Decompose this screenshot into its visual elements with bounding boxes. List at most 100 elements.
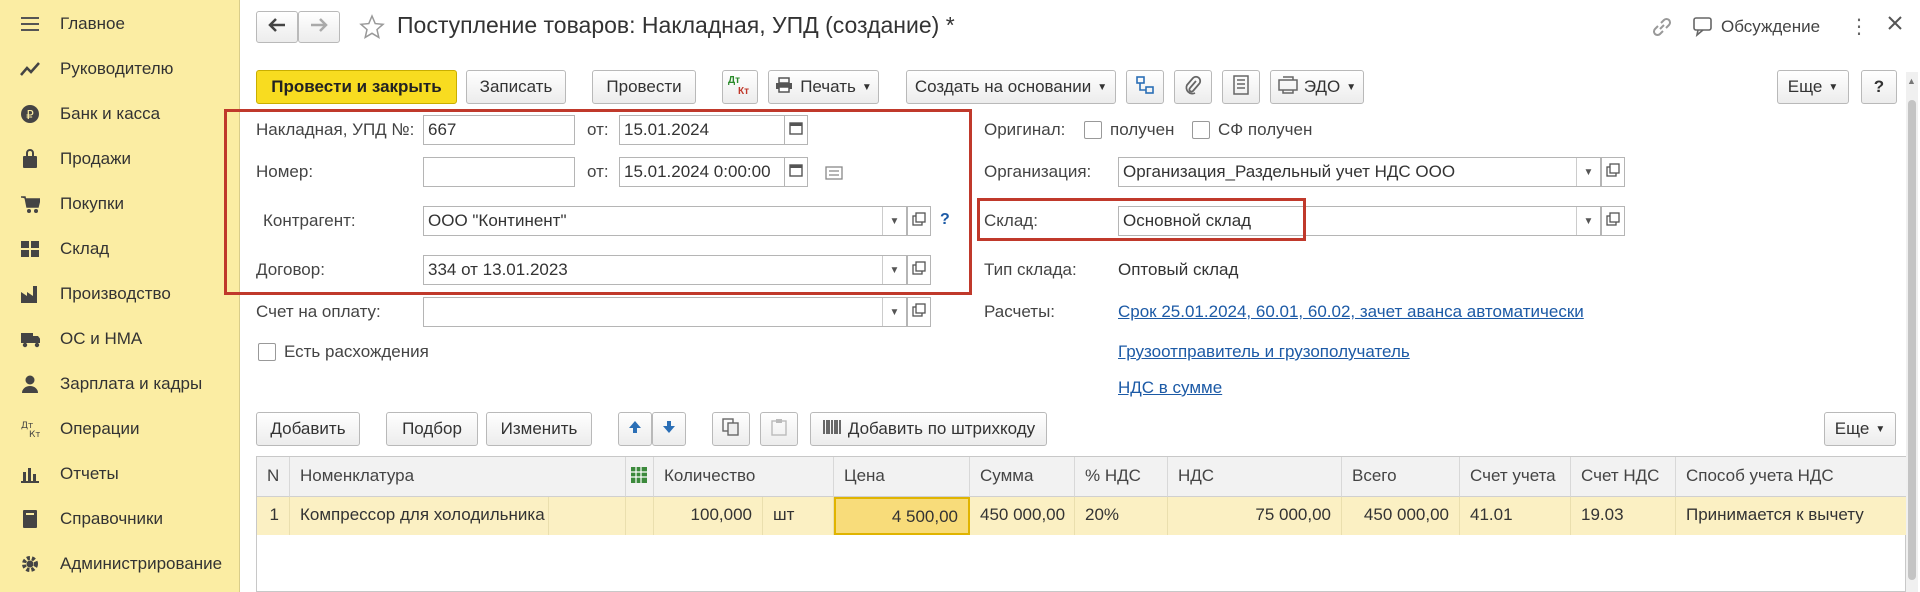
discrepancy-checkbox[interactable]: [258, 343, 276, 361]
discrepancy-label: Есть расхождения: [284, 342, 429, 361]
sidebar-item-sales[interactable]: Продажи: [0, 139, 240, 179]
debit-credit-button[interactable]: Дт Кт: [722, 70, 758, 104]
scroll-up-icon[interactable]: ▲: [1907, 76, 1916, 86]
cell-n[interactable]: 1: [257, 497, 290, 535]
sidebar-item-label: Банк и касса: [60, 104, 161, 123]
sidebar-item-production[interactable]: Производство: [0, 274, 240, 314]
book-icon: [20, 509, 40, 529]
scrollbar-thumb[interactable]: [1908, 100, 1916, 580]
create-based-on-button[interactable]: Создать на основании ▼: [906, 70, 1116, 104]
paste-button[interactable]: [760, 412, 798, 446]
help-button[interactable]: ?: [1861, 70, 1897, 104]
cell-sum[interactable]: 450 000,00: [970, 497, 1075, 535]
column-header-icon[interactable]: [626, 457, 654, 497]
chart-line-icon: [20, 59, 40, 79]
edo-icon: [1278, 75, 1298, 99]
cell-vat[interactable]: 75 000,00: [1168, 497, 1342, 535]
sidebar-item-main[interactable]: Главное: [0, 4, 240, 44]
more-vertical-icon[interactable]: ⋮: [1849, 14, 1869, 39]
cell-price[interactable]: 4 500,00: [834, 497, 970, 535]
cell-nomenclature-extra[interactable]: [549, 497, 626, 535]
cell-icon[interactable]: [626, 497, 654, 535]
table-grid-icon: [630, 467, 648, 488]
chevron-down-icon[interactable]: ▼: [882, 298, 906, 326]
settlements-link[interactable]: Срок 25.01.2024, 60.01, 60.02, зачет ава…: [1118, 302, 1584, 322]
favorite-star-icon[interactable]: [359, 14, 385, 45]
column-header-total[interactable]: Всего: [1342, 457, 1460, 497]
cell-total[interactable]: 450 000,00: [1342, 497, 1460, 535]
add-row-button[interactable]: Добавить: [256, 412, 360, 446]
sidebar-item-operations[interactable]: Дт Кт Операции: [0, 409, 240, 449]
column-header-account[interactable]: Счет учета: [1460, 457, 1571, 497]
open-warehouse-button[interactable]: [1601, 206, 1625, 236]
pick-button[interactable]: Подбор: [386, 412, 478, 446]
cell-quantity[interactable]: 100,000: [654, 497, 763, 535]
page-title: Поступление товаров: Накладная, УПД (соз…: [397, 12, 955, 38]
column-header-quantity[interactable]: Количество: [654, 457, 834, 497]
sidebar-item-assets[interactable]: ОС и НМА: [0, 319, 240, 359]
organization-input[interactable]: Организация_Раздельный учет НДС ООО ▼: [1118, 157, 1601, 187]
column-header-nomenclature[interactable]: Номенклатура: [290, 457, 626, 497]
post-button[interactable]: Провести: [592, 70, 696, 104]
chevron-down-icon[interactable]: ▼: [1576, 158, 1600, 186]
warehouse-type-label: Тип склада:: [984, 260, 1077, 279]
add-by-barcode-button[interactable]: Добавить по штрихкоду: [810, 412, 1047, 446]
change-button[interactable]: Изменить: [486, 412, 592, 446]
cell-account[interactable]: 41.01: [1460, 497, 1571, 535]
sidebar-item-warehouse[interactable]: Склад: [0, 229, 240, 269]
back-button[interactable]: [256, 11, 298, 43]
print-button[interactable]: Печать ▼: [768, 70, 879, 104]
move-down-button[interactable]: [652, 412, 686, 446]
sf-received-checkbox[interactable]: [1192, 121, 1210, 139]
shipper-consignee-link[interactable]: Грузоотправитель и грузополучатель: [1118, 342, 1410, 362]
save-button[interactable]: Записать: [466, 70, 566, 104]
column-header-vat[interactable]: НДС: [1168, 457, 1342, 497]
copy-button[interactable]: [712, 412, 750, 446]
sidebar-item-admin[interactable]: Администрирование: [0, 544, 240, 584]
sidebar-item-references[interactable]: Справочники: [0, 499, 240, 539]
vertical-scrollbar[interactable]: ▲: [1906, 72, 1918, 592]
column-header-vat-method[interactable]: Способ учета НДС: [1676, 457, 1907, 497]
vat-in-sum-link[interactable]: НДС в сумме: [1118, 378, 1222, 398]
open-organization-button[interactable]: [1601, 157, 1625, 187]
sidebar-item-label: Отчеты: [60, 464, 119, 483]
discussion-icon[interactable]: [1693, 17, 1715, 42]
chevron-down-icon[interactable]: ▼: [1576, 207, 1600, 235]
sidebar-item-label: Покупки: [60, 194, 124, 213]
table-more-button[interactable]: Еще ▼: [1824, 412, 1896, 446]
column-header-n[interactable]: N: [257, 457, 290, 497]
attach-button[interactable]: [1174, 70, 1212, 104]
arrow-right-icon: [310, 17, 328, 37]
close-icon[interactable]: [1886, 14, 1904, 37]
cell-unit[interactable]: шт: [763, 497, 834, 535]
column-header-vat-rate[interactable]: % НДС: [1075, 457, 1168, 497]
cell-vat-account[interactable]: 19.03: [1571, 497, 1676, 535]
arrow-up-icon: [627, 419, 643, 440]
sidebar-item-manager[interactable]: Руководителю: [0, 49, 240, 89]
more-button[interactable]: Еще ▼: [1777, 70, 1849, 104]
main-area: Поступление товаров: Накладная, УПД (соз…: [224, 0, 1920, 592]
column-header-vat-account[interactable]: Счет НДС: [1571, 457, 1676, 497]
open-payment-button[interactable]: [907, 297, 931, 327]
structure-button[interactable]: [1126, 70, 1164, 104]
sidebar-item-label: Администрирование: [60, 554, 223, 573]
cell-nomenclature[interactable]: Компрессор для холодильника: [290, 497, 549, 535]
discussion-link[interactable]: Обсуждение: [1721, 17, 1820, 37]
move-up-button[interactable]: [618, 412, 652, 446]
forward-button[interactable]: [298, 11, 340, 43]
link-icon[interactable]: [1651, 16, 1673, 43]
column-header-sum[interactable]: Сумма: [970, 457, 1075, 497]
edo-button[interactable]: ЭДО ▼: [1270, 70, 1364, 104]
registers-button[interactable]: [1222, 70, 1260, 104]
sidebar-item-purchases[interactable]: Покупки: [0, 184, 240, 224]
cell-vat-method[interactable]: Принимается к вычету: [1676, 497, 1907, 535]
payment-invoice-input[interactable]: ▼: [423, 297, 907, 327]
arrow-left-icon: [268, 17, 286, 37]
sidebar-item-bank[interactable]: ₽ Банк и касса: [0, 94, 240, 134]
sidebar-item-reports[interactable]: Отчеты: [0, 454, 240, 494]
post-and-close-button[interactable]: Провести и закрыть: [256, 70, 457, 104]
original-received-checkbox[interactable]: [1084, 121, 1102, 139]
sidebar-item-salary[interactable]: Зарплата и кадры: [0, 364, 240, 404]
cell-vat-rate[interactable]: 20%: [1075, 497, 1168, 535]
column-header-price[interactable]: Цена: [834, 457, 970, 497]
